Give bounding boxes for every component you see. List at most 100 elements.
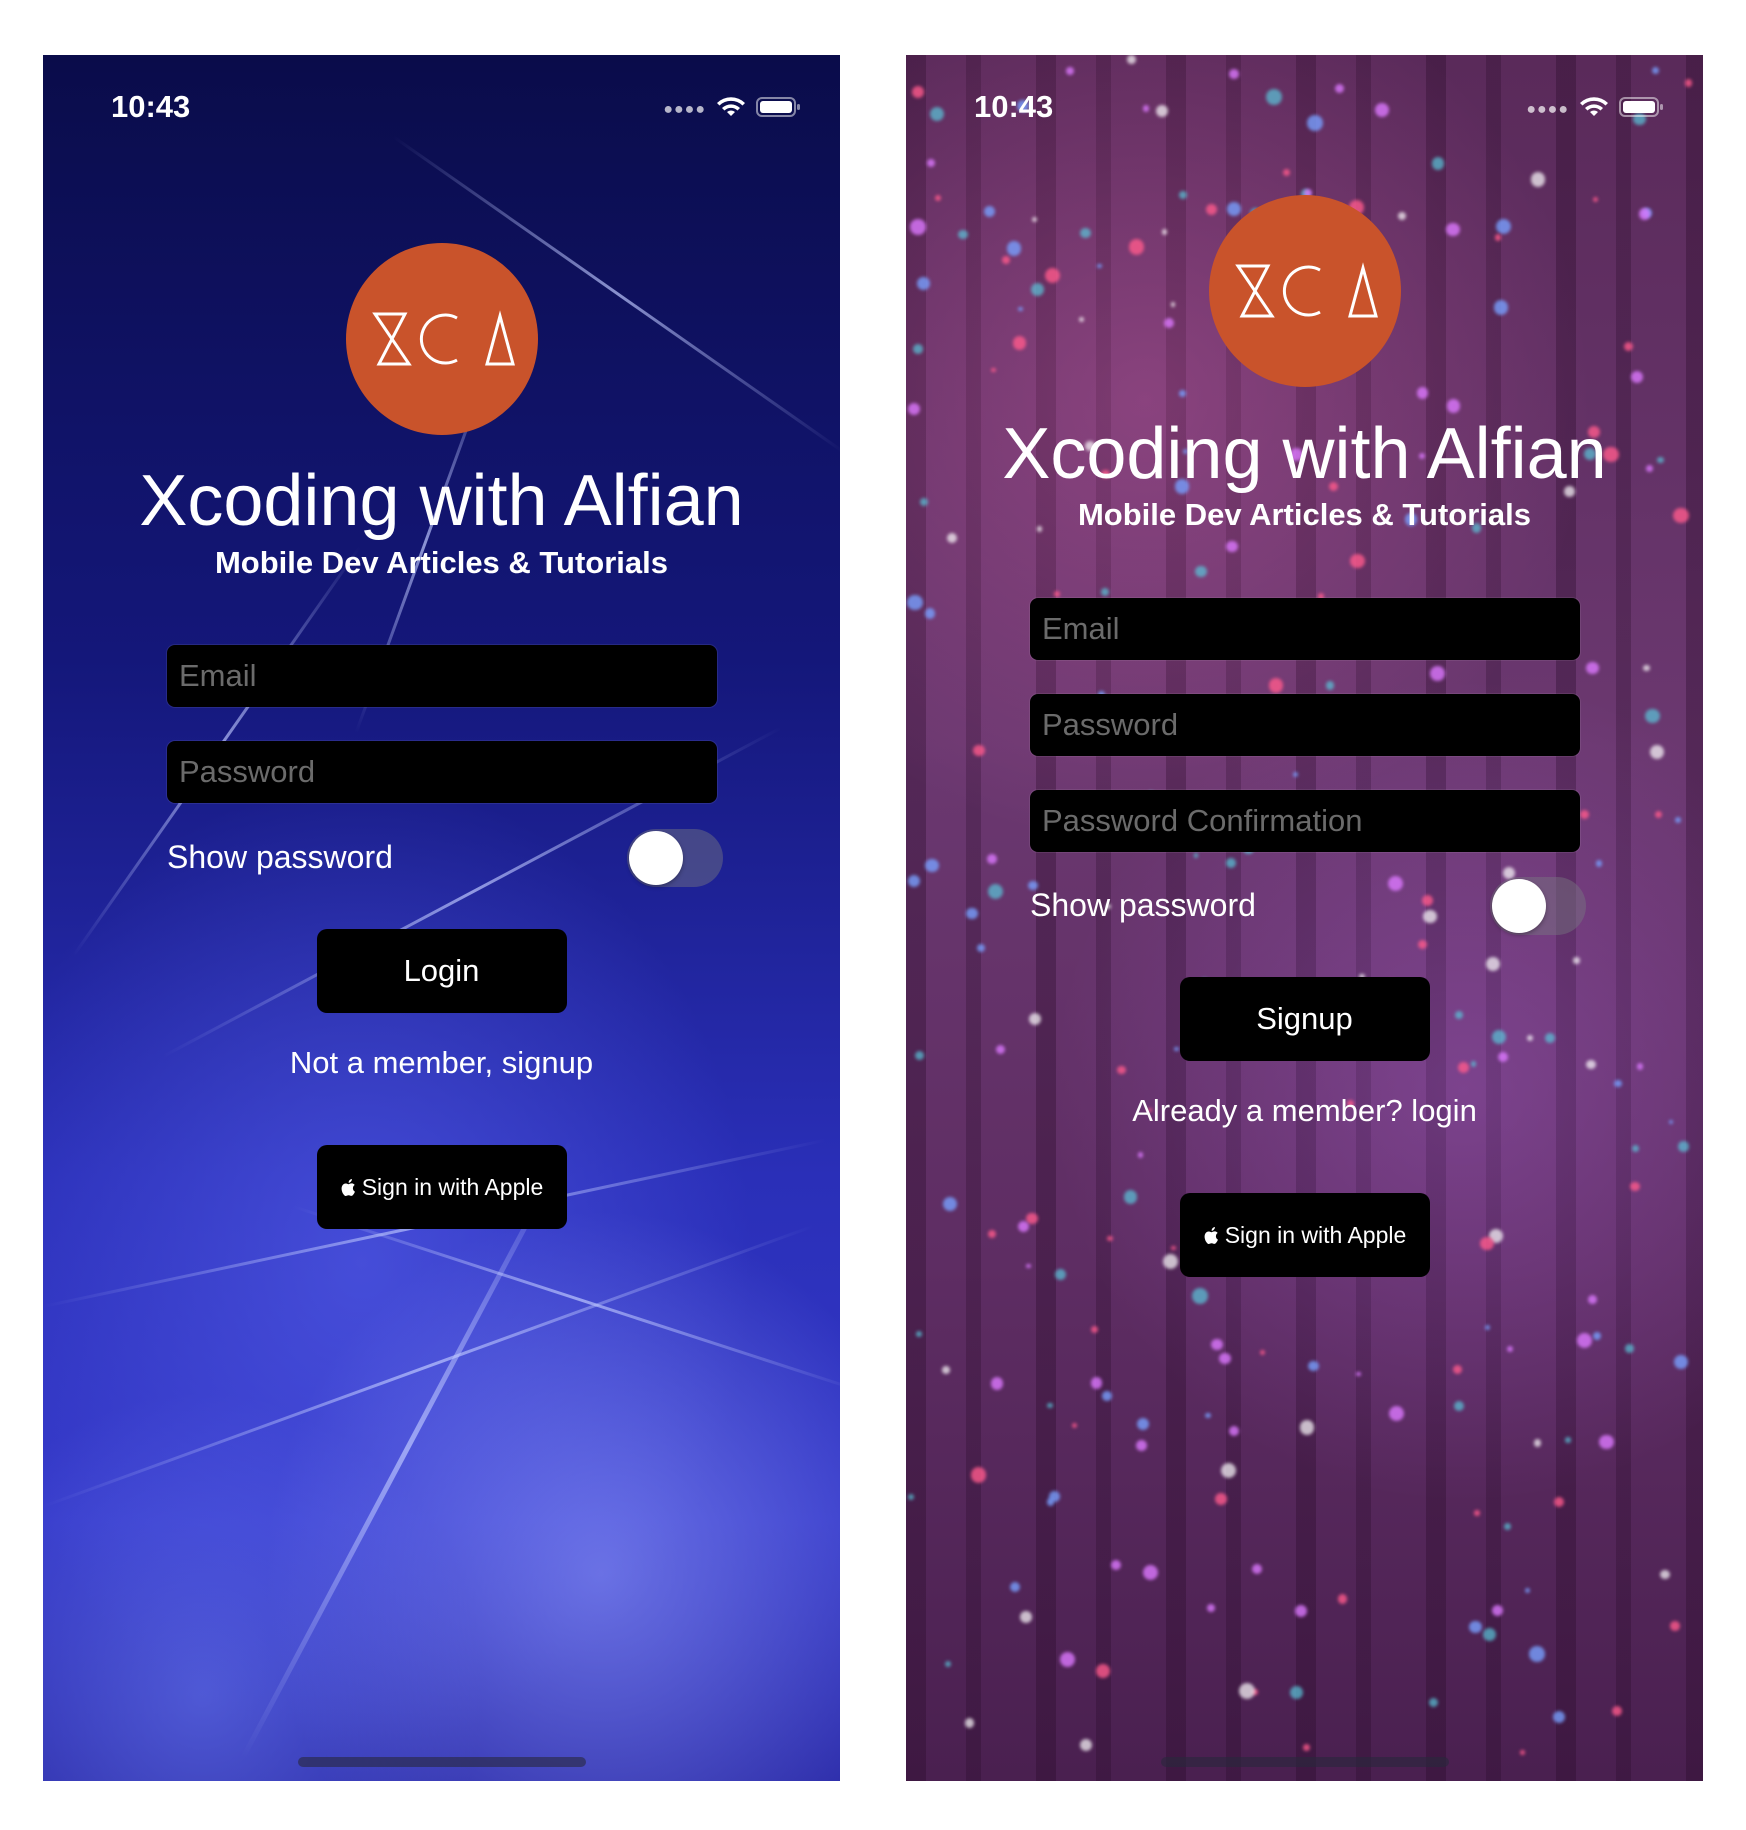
battery-icon [1619,97,1663,117]
sparkle [965,907,978,920]
sparkle [1645,708,1661,724]
sparkle [1520,1750,1525,1755]
sparkle [1452,1364,1462,1374]
sparkle [1474,1510,1480,1516]
login-screen: 10:43 ●●●● Xcoding with Alfian Mobile De… [43,55,840,1781]
show-password-row: Show password [167,827,723,887]
sparkle [1123,1190,1138,1204]
sparkle [1137,1152,1144,1159]
sparkle [1268,678,1284,693]
sparkle [1225,858,1236,869]
sparkle [1026,1264,1031,1269]
sparkle [1215,1493,1227,1505]
sparkle [1097,263,1102,268]
sparkle [976,943,986,953]
sparkle [1417,939,1428,950]
password-input[interactable] [1030,694,1580,756]
sparkle [1669,1620,1680,1631]
sparkle [1127,55,1137,64]
sparkle [1195,565,1207,578]
xca-logo [1208,195,1401,387]
sparkle [1356,1371,1361,1376]
sparkle [1545,1033,1556,1043]
sparkle [924,608,936,620]
sparkle [908,875,921,887]
sparkle [1524,1587,1531,1594]
sparkle [1613,1079,1622,1088]
sparkle [1228,1425,1239,1436]
sparkle [1161,229,1168,235]
login-button[interactable]: Login [316,929,567,1013]
sparkle [1095,1664,1110,1679]
sparkle [1678,1141,1689,1152]
signup-link[interactable]: Not a member, signup [43,1045,840,1081]
sparkle [1454,1401,1465,1412]
sparkle [1107,1235,1114,1242]
sparkle [1044,267,1061,284]
home-indicator [297,1757,586,1767]
sparkle [1506,1345,1513,1352]
status-time: 10:43 [111,89,191,124]
sparkle [1573,957,1580,964]
sparkle [1458,1061,1470,1074]
show-password-label: Show password [1030,887,1256,923]
password-field[interactable] [167,741,717,803]
signal-dots-icon: ●●●● [663,101,706,118]
sign-in-with-apple-button[interactable]: Sign in with Apple [1179,1193,1430,1277]
password-field[interactable] [1030,694,1580,756]
email-field[interactable] [167,645,717,707]
show-password-toggle[interactable] [627,829,723,887]
sparkle [1470,1060,1477,1067]
show-password-label: Show password [167,839,393,875]
email-input[interactable] [167,645,717,707]
sparkle [915,1051,925,1061]
apple-button-label: Sign in with Apple [361,1173,544,1200]
sparkle [1482,1627,1497,1642]
xca-logo-mark [1234,262,1378,318]
sparkle [1211,1338,1224,1351]
sparkle [1636,1063,1644,1070]
login-link[interactable]: Already a member? login [906,1093,1703,1129]
sparkle [1239,1682,1256,1699]
password-input[interactable] [167,741,717,803]
sparkle [1630,1181,1640,1192]
signup-button[interactable]: Signup [1179,977,1430,1061]
sparkle [1080,1739,1093,1751]
sparkle [1282,168,1290,176]
sparkle [1577,1333,1593,1349]
password-confirmation-input[interactable] [1030,790,1580,852]
show-password-toggle[interactable] [1490,877,1586,935]
toggle-knob [629,831,683,885]
sparkle [1066,67,1074,75]
sparkle [1642,664,1650,672]
sparkle [1226,541,1238,553]
sparkle [1090,1325,1098,1333]
sparkle [1655,811,1663,819]
sparkle [1497,1051,1508,1062]
sparkle [1493,300,1509,315]
app-subtitle: Mobile Dev Articles & Tutorials [1077,497,1532,532]
sparkle [1308,1360,1319,1372]
sign-in-with-apple-button[interactable]: Sign in with Apple [316,1145,567,1229]
sparkle [1553,1496,1565,1508]
apple-icon [1204,1226,1218,1244]
sparkle [1046,1498,1054,1506]
sparkle [1673,1355,1688,1370]
sparkle [964,1718,975,1728]
sparkle [1229,69,1240,80]
show-password-row: Show password [1030,875,1586,935]
sparkle [1494,233,1502,241]
sparkle [1079,316,1084,322]
email-input[interactable] [1030,598,1580,660]
sparkle [1171,1245,1176,1250]
sparkle [1047,1402,1053,1409]
xca-logo [345,243,538,435]
sparkle [1018,306,1024,312]
sparkle [1503,1522,1512,1531]
sparkle [935,194,942,201]
sparkle [1624,341,1634,351]
password-confirmation-field[interactable] [1030,790,1580,852]
sparkle [1652,66,1660,75]
status-bar: 10:43 ●●●● [906,81,1703,131]
email-field[interactable] [1030,598,1580,660]
